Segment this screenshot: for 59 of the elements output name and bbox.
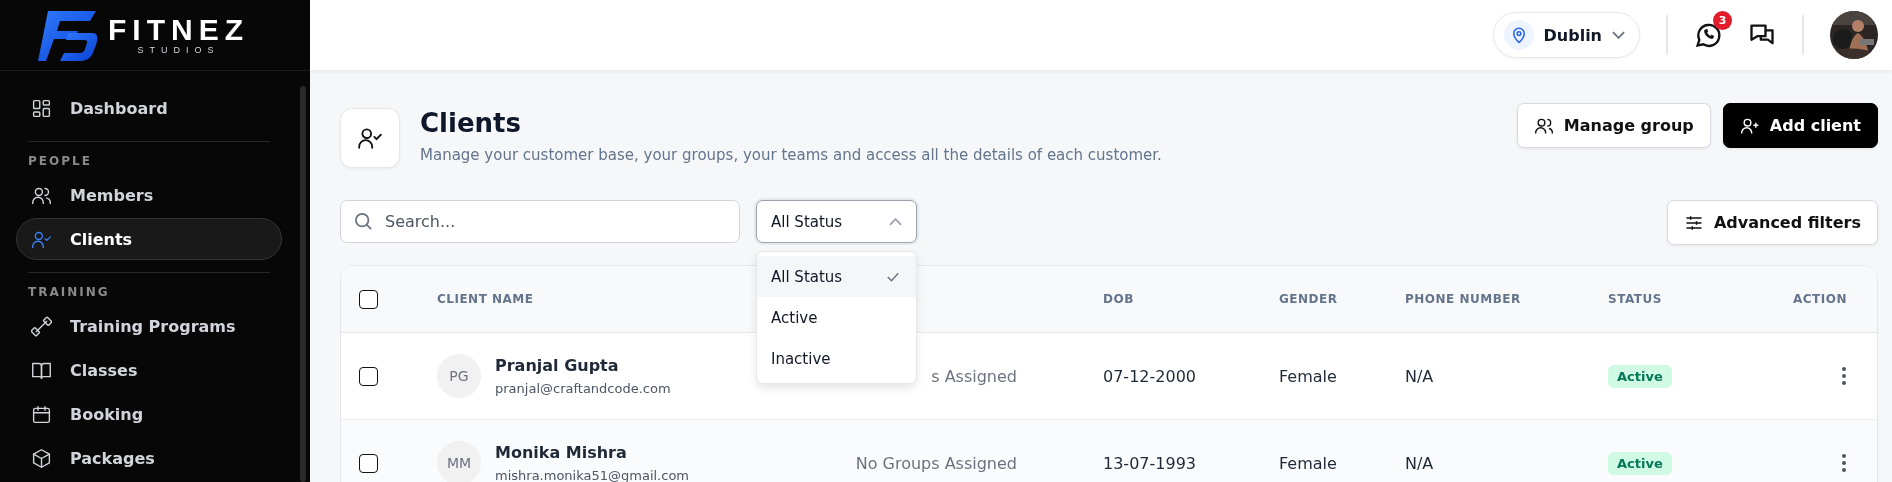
column-header: PHONE NUMBER [1405, 292, 1521, 306]
status-badge: Active [1608, 451, 1672, 475]
dropdown-option[interactable]: All Status [757, 256, 916, 297]
more-options-icon[interactable] [1841, 366, 1847, 386]
add-client-button[interactable]: Add client [1722, 103, 1878, 148]
nav-section-heading: TRAINING [27, 285, 111, 299]
sidebar-item[interactable]: Training Programs [16, 305, 282, 347]
sidebar-item[interactable]: Classes [16, 349, 282, 391]
page-title: Clients [420, 107, 522, 140]
client-email: mishra.monika51@gmail.com [495, 468, 689, 482]
dropdown-option[interactable]: Active [757, 297, 916, 338]
dob-cell: 13-07-1993 [1103, 453, 1196, 473]
status-dropdown[interactable]: All Status [756, 200, 917, 243]
brand-tagline: STUDIOS [137, 45, 220, 55]
column-header: DOB [1103, 292, 1134, 306]
phone-cell: N/A [1405, 453, 1434, 473]
row-checkbox[interactable] [359, 366, 378, 386]
gender-cell: Female [1279, 453, 1337, 473]
column-header: CLIENT NAME [437, 292, 534, 306]
more-options-icon[interactable] [1841, 453, 1847, 473]
sidebar-item[interactable]: Members [16, 174, 282, 216]
avatar-initials: PG [437, 354, 481, 398]
row-checkbox[interactable] [359, 453, 378, 473]
status-badge: Active [1608, 364, 1672, 388]
client-email: pranjal@craftandcode.com [495, 381, 671, 396]
sidebar-item[interactable]: Clients [16, 218, 282, 260]
search-field[interactable]: Search... [340, 200, 740, 243]
groups-cell: No Groups Assigned [855, 453, 1017, 473]
chevron-down-icon [1612, 31, 1625, 39]
manage-group-button[interactable]: Manage group [1516, 103, 1711, 148]
client-name: Monika Mishra [495, 443, 628, 462]
search-icon [355, 213, 372, 230]
calendar-icon [31, 403, 52, 425]
column-header: ACTION [1793, 292, 1847, 306]
nav-section-heading: PEOPLE [27, 154, 93, 168]
gender-cell: Female [1279, 366, 1337, 386]
dropdown-option[interactable]: Inactive [757, 338, 916, 379]
user-check-icon [357, 125, 383, 151]
sidebar-item[interactable]: Packages [16, 437, 282, 479]
dob-cell: 07-12-2000 [1103, 366, 1196, 386]
column-header: GENDER [1279, 292, 1338, 306]
scrollbar[interactable] [300, 86, 306, 482]
column-header: STATUS [1608, 292, 1662, 306]
box-icon [31, 447, 52, 469]
location-name: Dublin [1543, 25, 1602, 45]
chevron-down-icon [889, 217, 902, 226]
page-subtitle: Manage your customer base, your groups, your teams and access all the details of each customer. [420, 146, 1162, 164]
sidebar-item[interactable]: Dashboard [16, 87, 282, 129]
client-name: Pranjal Gupta [495, 356, 620, 375]
sidebar-item[interactable]: Booking [16, 393, 282, 435]
dumbbell-icon [31, 315, 52, 337]
phone-cell: N/A [1405, 366, 1434, 386]
advanced-filters-button[interactable]: Advanced filters [1666, 200, 1878, 245]
brand-name: FITNEZ [108, 15, 249, 45]
groups-cell: s Assigned [931, 366, 1017, 386]
notification-badge: 3 [1713, 11, 1732, 30]
select-all-checkbox[interactable] [359, 289, 378, 309]
avatar-initials: MM [437, 441, 481, 482]
grid-icon [31, 97, 52, 119]
